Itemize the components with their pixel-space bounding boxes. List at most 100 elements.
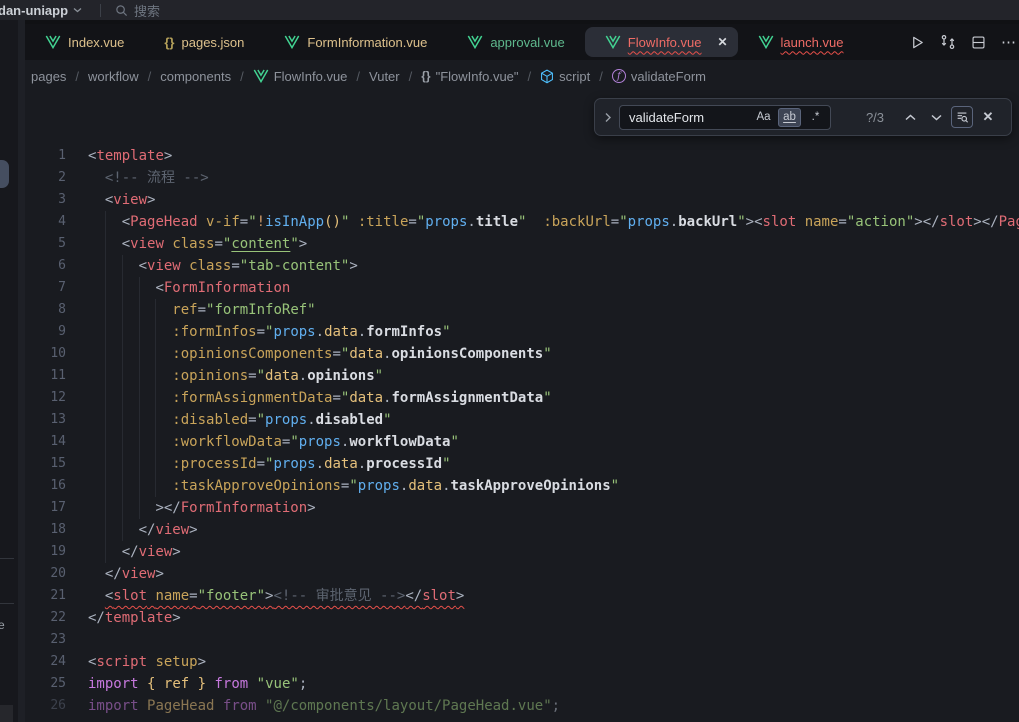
line-number[interactable]: 4	[25, 211, 66, 233]
whole-word-toggle[interactable]: ab	[778, 108, 801, 127]
code-line-17[interactable]: 17 ></FormInformation>	[25, 497, 1019, 519]
breadcrumb-separator: /	[356, 69, 360, 84]
indent-guide	[139, 321, 140, 343]
line-number[interactable]: 15	[25, 453, 66, 475]
sidebar-drag-handle[interactable]	[0, 160, 9, 188]
close-find-icon[interactable]: ✕	[977, 106, 999, 128]
line-number[interactable]: 26	[25, 695, 66, 717]
line-number[interactable]: 11	[25, 365, 66, 387]
breadcrumb-item-vuter[interactable]: Vuter	[369, 69, 400, 84]
line-number[interactable]: 17	[25, 497, 66, 519]
code-line-18[interactable]: 18 </view>	[25, 519, 1019, 541]
tab-label: pages.json	[182, 35, 245, 50]
code-line-24[interactable]: 24<script setup>	[25, 651, 1019, 673]
breadcrumb-item-pages[interactable]: pages	[31, 69, 66, 84]
code-line-16[interactable]: 16 :taskApproveOpinions="props.data.task…	[25, 475, 1019, 497]
line-number[interactable]: 6	[25, 255, 66, 277]
breadcrumb-item-flowinfo-vue[interactable]: FlowInfo.vue	[253, 69, 348, 84]
line-number[interactable]: 9	[25, 321, 66, 343]
project-menu[interactable]: dan-uniapp	[0, 3, 82, 18]
indent-guide	[155, 475, 156, 497]
code-text: import { ref } from "vue";	[66, 676, 307, 692]
breadcrumb-item-components[interactable]: components	[160, 69, 231, 84]
previous-match-chevron-up-icon[interactable]	[899, 106, 921, 128]
line-number[interactable]: 8	[25, 299, 66, 321]
split-editor-icon[interactable]	[971, 35, 986, 50]
code-line-6[interactable]: 6 <view class="tab-content">	[25, 255, 1019, 277]
tab-approval-vue[interactable]: approval.vue	[447, 27, 584, 57]
code-line-9[interactable]: 9 :formInfos="props.data.formInfos"	[25, 321, 1019, 343]
breadcrumb-item-workflow[interactable]: workflow	[88, 69, 139, 84]
line-number[interactable]: 13	[25, 409, 66, 431]
line-number[interactable]: 25	[25, 673, 66, 695]
code-line-19[interactable]: 19 </view>	[25, 541, 1019, 563]
line-number[interactable]: 20	[25, 563, 66, 585]
code-line-15[interactable]: 15 :processId="props.data.processId"	[25, 453, 1019, 475]
tab-flowinfo-vue[interactable]: FlowInfo.vue✕	[585, 27, 738, 57]
line-number[interactable]: 24	[25, 651, 66, 673]
line-number[interactable]: 3	[25, 189, 66, 211]
run-icon[interactable]	[910, 35, 925, 50]
code-line-23[interactable]: 23	[25, 629, 1019, 651]
tab-list: Index.vue{}pages.jsonFormInformation.vue…	[25, 24, 910, 60]
sidebar-footer-block	[0, 705, 13, 722]
code-text: :formInfos="props.data.formInfos"	[66, 324, 451, 340]
breadcrumb-item-script[interactable]: script	[540, 69, 590, 84]
line-number[interactable]: 7	[25, 277, 66, 299]
line-number[interactable]: 14	[25, 431, 66, 453]
code-line-2[interactable]: 2 <!-- 流程 -->	[25, 167, 1019, 189]
code-text: </template>	[66, 610, 181, 626]
breadcrumb-label: script	[559, 69, 590, 84]
code-line-10[interactable]: 10 :opinionsComponents="data.opinionsCom…	[25, 343, 1019, 365]
code-line-26[interactable]: 26import PageHead from "@/components/lay…	[25, 695, 1019, 717]
tab-forminformation-vue[interactable]: FormInformation.vue	[264, 27, 447, 57]
line-number[interactable]: 1	[25, 145, 66, 167]
code-line-13[interactable]: 13 :disabled="props.disabled"	[25, 409, 1019, 431]
line-number[interactable]: 12	[25, 387, 66, 409]
use-regex-toggle[interactable]: .*	[804, 108, 827, 127]
line-number[interactable]: 2	[25, 167, 66, 189]
line-number[interactable]: 23	[25, 629, 66, 651]
code-line-12[interactable]: 12 :formAssignmentData="data.formAssignm…	[25, 387, 1019, 409]
line-number[interactable]: 16	[25, 475, 66, 497]
match-case-toggle[interactable]: Aa	[752, 108, 775, 127]
global-search[interactable]: 搜索	[115, 1, 160, 20]
line-number[interactable]: 19	[25, 541, 66, 563]
toggle-replace-chevron-right-icon[interactable]	[595, 112, 619, 123]
code-text: </view>	[66, 544, 181, 560]
code-editor[interactable]: 1<template>2 <!-- 流程 -->3 <view>4 <PageH…	[25, 92, 1019, 722]
code-line-3[interactable]: 3 <view>	[25, 189, 1019, 211]
code-line-5[interactable]: 5 <view class="content">	[25, 233, 1019, 255]
code-line-21[interactable]: 21 <slot name="footer"><!-- 审批意见 --></sl…	[25, 585, 1019, 607]
code-line-14[interactable]: 14 :workflowData="props.workflowData"	[25, 431, 1019, 453]
code-line-7[interactable]: 7 <FormInformation	[25, 277, 1019, 299]
line-number[interactable]: 21	[25, 585, 66, 607]
find-input[interactable]: validateForm Aaab.*	[619, 105, 831, 130]
line-number[interactable]: 22	[25, 607, 66, 629]
code-line-25[interactable]: 25import { ref } from "vue";	[25, 673, 1019, 695]
more-actions-icon[interactable]: ⋯	[1001, 33, 1017, 51]
tab-launch-vue[interactable]: launch.vue	[738, 27, 864, 57]
code-text: :workflowData="props.workflowData"	[66, 434, 459, 450]
breadcrumb-item-validateform[interactable]: fvalidateForm	[612, 69, 706, 84]
line-number[interactable]: 5	[25, 233, 66, 255]
code-line-11[interactable]: 11 :opinions="data.opinions"	[25, 365, 1019, 387]
compare-changes-icon[interactable]	[940, 34, 956, 50]
code-line-22[interactable]: 22</template>	[25, 607, 1019, 629]
sidebar-divider	[0, 558, 14, 559]
code-line-1[interactable]: 1<template>	[25, 145, 1019, 167]
find-in-selection-icon[interactable]	[951, 106, 973, 128]
tab-pages-json[interactable]: {}pages.json	[144, 27, 264, 57]
close-tab-icon[interactable]: ✕	[717, 35, 727, 49]
next-match-chevron-down-icon[interactable]	[925, 106, 947, 128]
project-name: dan-uniapp	[0, 3, 68, 18]
indent-guide	[105, 453, 106, 475]
code-line-20[interactable]: 20 </view>	[25, 563, 1019, 585]
line-number[interactable]: 10	[25, 343, 66, 365]
sidebar-resize-sash[interactable]	[18, 20, 25, 722]
line-number[interactable]: 18	[25, 519, 66, 541]
tab-index-vue[interactable]: Index.vue	[25, 27, 144, 57]
breadcrumb-item--flowinfo-vue-[interactable]: {}"FlowInfo.vue"	[421, 69, 518, 84]
code-line-8[interactable]: 8 ref="formInfoRef"	[25, 299, 1019, 321]
code-line-4[interactable]: 4 <PageHead v-if="!isInApp()" :title="pr…	[25, 211, 1019, 233]
